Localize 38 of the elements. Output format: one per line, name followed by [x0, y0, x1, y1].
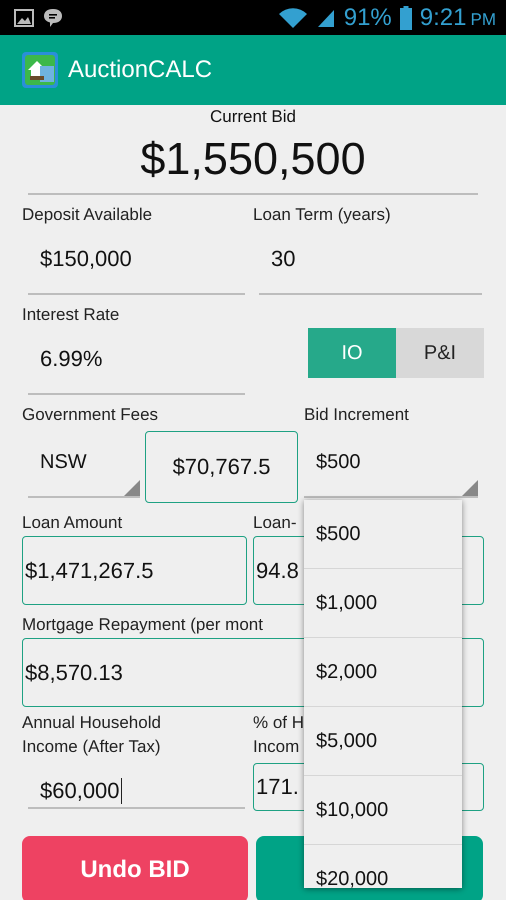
undo-button[interactable]: Undo BID — [22, 836, 248, 900]
field-label: Loan Amount — [22, 513, 122, 533]
app-logo-icon — [22, 52, 58, 88]
app-title: AuctionCALC — [68, 56, 212, 84]
output-field: $70,767.5 — [145, 431, 298, 503]
wifi-icon — [278, 6, 308, 28]
field-label: Mortgage Repayment (per mont — [22, 615, 263, 635]
field-label: % of H Incom — [253, 712, 304, 758]
menu-item[interactable]: $500 — [304, 500, 462, 569]
input-field[interactable]: 30 — [259, 225, 482, 295]
output-field: $1,471,267.5 — [22, 536, 247, 605]
field-label: Interest Rate — [22, 305, 120, 325]
menu-item[interactable]: $20,000 — [304, 845, 462, 888]
menu-item[interactable]: $10,000 — [304, 776, 462, 845]
menu-item[interactable]: $2,000 — [304, 638, 462, 707]
field-label: Bid Increment — [304, 405, 409, 425]
input-field[interactable]: $60,000 — [28, 759, 245, 809]
field-label: Loan- — [253, 513, 296, 533]
field-label: Deposit Available — [22, 205, 152, 225]
toggle-option[interactable]: P&I — [396, 328, 484, 378]
input-field[interactable]: $150,000 — [28, 225, 245, 295]
dropdown-corner-icon — [124, 480, 140, 496]
field-label: Annual Household Income (After Tax) — [22, 712, 162, 758]
chat-icon — [42, 6, 64, 28]
dropdown[interactable]: NSW — [28, 428, 140, 498]
menu-item[interactable]: $1,000 — [304, 569, 462, 638]
input-field[interactable]: 6.99% — [28, 325, 245, 395]
battery-percent: 91% — [344, 4, 392, 32]
signal-icon — [316, 8, 336, 28]
clock-period: PM — [470, 10, 496, 30]
field-label: Loan Term (years) — [253, 205, 391, 225]
picture-icon — [14, 8, 34, 28]
field-label: Current Bid — [210, 107, 296, 127]
menu-item[interactable]: $5,000 — [304, 707, 462, 776]
battery-icon — [400, 6, 412, 30]
clock-time: 9:21 — [420, 4, 466, 32]
field-label: Government Fees — [22, 405, 160, 425]
current-bid-value[interactable]: $1,550,500 — [140, 131, 366, 187]
